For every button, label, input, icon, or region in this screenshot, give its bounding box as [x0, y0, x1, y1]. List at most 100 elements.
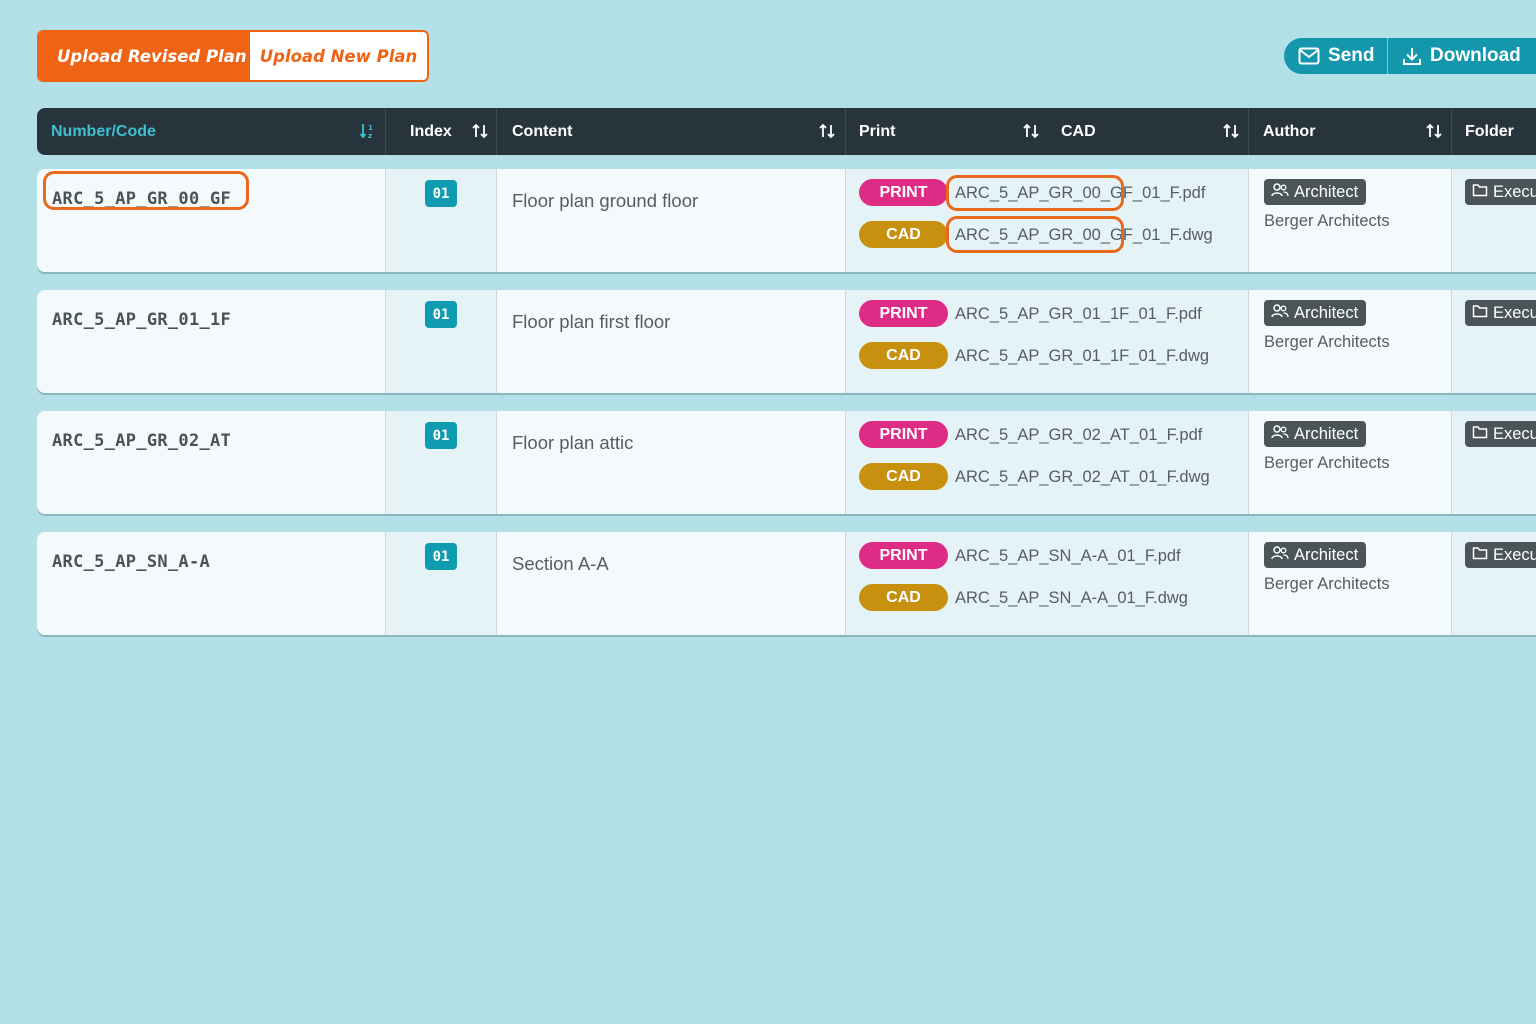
plan-code[interactable]: ARC_5_AP_GR_02_AT: [52, 431, 231, 451]
folder-cell: Execution: [1452, 169, 1536, 272]
mail-icon: [1298, 47, 1320, 65]
send-button[interactable]: Send: [1284, 38, 1388, 74]
upload-revised-plan-button[interactable]: Upload Revised Plan: [39, 32, 258, 80]
upload-new-plan-button[interactable]: Upload New Plan: [250, 32, 427, 80]
author-role-badge: Architect: [1264, 542, 1367, 568]
table-row[interactable]: ARC_5_AP_GR_02_AT 01 Floor plan attic PR…: [37, 411, 1536, 514]
code-highlight-marker: [43, 171, 249, 210]
print-badge[interactable]: PRINT: [859, 300, 948, 327]
content-text: Floor plan first floor: [512, 311, 671, 332]
print-file-link[interactable]: ARC_5_AP_GR_02_AT_01_F.pdf: [955, 426, 1202, 445]
plan-code[interactable]: ARC_5_AP_SN_A-A: [52, 552, 210, 572]
svg-text:1: 1: [368, 124, 373, 132]
author-name: Berger Architects: [1264, 454, 1390, 472]
download-button[interactable]: Download: [1388, 38, 1536, 74]
folder-cell: Execution: [1452, 532, 1536, 635]
print-file-link[interactable]: ARC_5_AP_GR_01_1F_01_F.pdf: [955, 305, 1202, 324]
cad-badge[interactable]: CAD: [859, 342, 948, 369]
column-header-author[interactable]: Author: [1263, 108, 1448, 155]
number-cell: ARC_5_AP_GR_01_1F: [37, 290, 385, 393]
table-row[interactable]: ARC_5_AP_GR_01_1F 01 Floor plan first fl…: [37, 290, 1536, 393]
author-cell: Architect Berger Architects: [1249, 411, 1451, 514]
plan-code[interactable]: ARC_5_AP_GR_01_1F: [52, 310, 231, 330]
author-role-badge: Architect: [1264, 179, 1367, 205]
send-label: Send: [1328, 45, 1375, 66]
index-badge: 01: [425, 180, 457, 207]
content-cell: Floor plan first floor: [497, 290, 845, 393]
index-cell: 01: [386, 290, 496, 393]
author-cell: Architect Berger Architects: [1249, 532, 1451, 635]
author-cell: Architect Berger Architects: [1249, 169, 1451, 272]
column-header-print[interactable]: Print: [859, 108, 1049, 155]
content-text: Floor plan ground floor: [512, 190, 699, 211]
sort-arrows-icon[interactable]: [818, 122, 836, 145]
svg-text:z: z: [368, 132, 372, 140]
print-badge[interactable]: PRINT: [859, 179, 948, 206]
print-badge[interactable]: PRINT: [859, 542, 948, 569]
users-icon: [1271, 303, 1289, 324]
print-badge[interactable]: PRINT: [859, 421, 948, 448]
folder-badge[interactable]: Execution: [1465, 542, 1536, 568]
print-file-link[interactable]: ARC_5_AP_SN_A-A_01_F.pdf: [955, 547, 1181, 566]
column-header-folder[interactable]: Folder: [1465, 108, 1536, 155]
files-cell: PRINT ARC_5_AP_GR_02_AT_01_F.pdf CAD ARC…: [846, 411, 1248, 514]
table-row[interactable]: ARC_5_AP_GR_00_GF 01 Floor plan ground f…: [37, 169, 1536, 272]
folder-label: Execution: [1493, 303, 1536, 322]
cad-file-link[interactable]: ARC_5_AP_GR_02_AT_01_F.dwg: [955, 468, 1210, 487]
column-header-number[interactable]: Number/Code 1z: [51, 108, 381, 155]
cad-file-highlight-marker: [946, 216, 1124, 253]
sort-arrows-icon[interactable]: [1425, 122, 1443, 145]
sort-arrows-icon[interactable]: [471, 122, 489, 145]
download-icon: [1402, 46, 1422, 66]
action-button-group: Send Download: [1284, 38, 1536, 74]
author-role-label: Architect: [1294, 182, 1359, 201]
author-name: Berger Architects: [1264, 575, 1390, 593]
table-header: Number/Code 1z Index Content Print CAD A…: [37, 108, 1536, 155]
index-badge: 01: [425, 301, 457, 328]
index-badge: 01: [425, 543, 457, 570]
folder-label: Execution: [1493, 545, 1536, 564]
sort-arrows-icon[interactable]: [1222, 122, 1240, 145]
author-name: Berger Architects: [1264, 212, 1390, 230]
sort-arrows-icon[interactable]: [1022, 122, 1040, 145]
folder-icon: [1472, 425, 1488, 444]
folder-label: Execution: [1493, 424, 1536, 443]
download-label: Download: [1430, 45, 1521, 66]
folder-label: Execution: [1493, 182, 1536, 201]
index-badge: 01: [425, 422, 457, 449]
author-role-badge: Architect: [1264, 421, 1367, 447]
cad-badge[interactable]: CAD: [859, 584, 948, 611]
author-role-label: Architect: [1294, 424, 1359, 443]
sort-ascending-icon[interactable]: 1z: [359, 122, 377, 145]
print-file-highlight-marker: [946, 175, 1124, 211]
folder-icon: [1472, 304, 1488, 323]
content-text: Section A-A: [512, 553, 609, 574]
folder-icon: [1472, 183, 1488, 202]
number-cell: ARC_5_AP_GR_02_AT: [37, 411, 385, 514]
cad-file-link[interactable]: ARC_5_AP_GR_01_1F_01_F.dwg: [955, 347, 1209, 366]
content-text: Floor plan attic: [512, 432, 634, 453]
folder-badge[interactable]: Execution: [1465, 300, 1536, 326]
column-header-cad[interactable]: CAD: [1061, 108, 1246, 155]
users-icon: [1271, 182, 1289, 203]
column-header-index[interactable]: Index: [410, 108, 495, 155]
users-icon: [1271, 545, 1289, 566]
table-row[interactable]: ARC_5_AP_SN_A-A 01 Section A-A PRINT ARC…: [37, 532, 1536, 635]
index-cell: 01: [386, 532, 496, 635]
upload-button-group: Upload Revised Plan Upload New Plan: [37, 30, 429, 82]
index-cell: 01: [386, 169, 496, 272]
content-cell: Floor plan ground floor: [497, 169, 845, 272]
cad-file-link[interactable]: ARC_5_AP_SN_A-A_01_F.dwg: [955, 589, 1188, 608]
index-cell: 01: [386, 411, 496, 514]
column-header-content[interactable]: Content: [512, 108, 842, 155]
author-name: Berger Architects: [1264, 333, 1390, 351]
folder-icon: [1472, 546, 1488, 565]
folder-cell: Execution: [1452, 411, 1536, 514]
folder-badge[interactable]: Execution: [1465, 421, 1536, 447]
author-role-label: Architect: [1294, 303, 1359, 322]
cad-badge[interactable]: CAD: [859, 463, 948, 490]
cad-badge[interactable]: CAD: [859, 221, 948, 248]
folder-badge[interactable]: Execution: [1465, 179, 1536, 205]
files-cell: PRINT ARC_5_AP_SN_A-A_01_F.pdf CAD ARC_5…: [846, 532, 1248, 635]
author-role-badge: Architect: [1264, 300, 1367, 326]
